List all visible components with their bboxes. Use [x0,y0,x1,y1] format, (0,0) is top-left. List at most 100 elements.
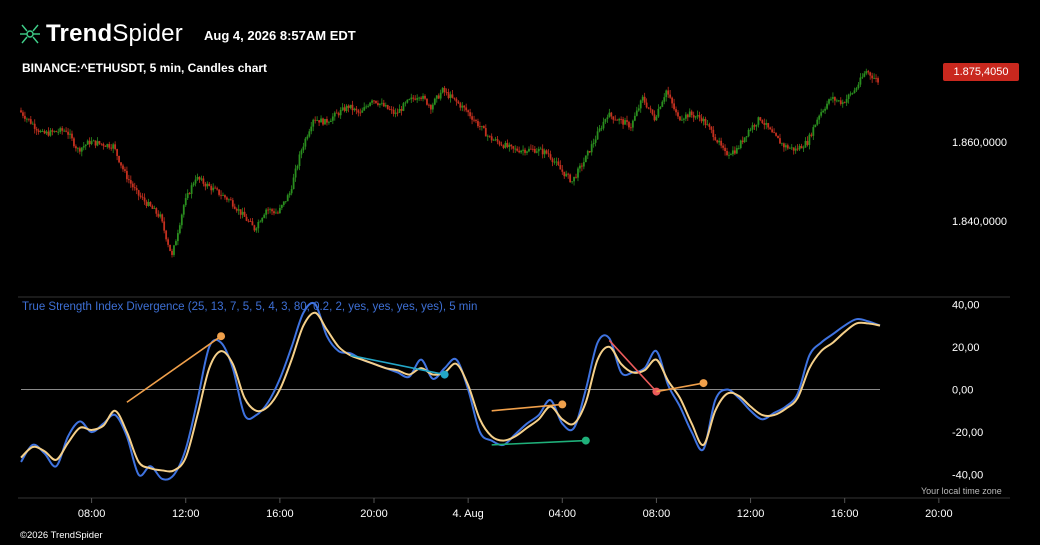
trendspider-logo[interactable]: TrendSpider [18,20,183,48]
candle-body [249,221,252,222]
candle-body [69,133,71,135]
candle-body [743,137,746,143]
candle-body [847,94,850,99]
candle-body [31,123,34,125]
candle-body [759,117,762,121]
candle-body [231,200,234,207]
candle-body [261,217,264,222]
indicator-label[interactable]: True Strength Index Divergence (25, 13, … [22,301,477,313]
candle-body [657,108,660,117]
candle-body [35,128,38,131]
candle-body [439,92,442,99]
candle-body [410,97,413,100]
candle-body [651,109,654,115]
candle-body [339,109,342,116]
candle-body [537,148,540,152]
candle-body [488,135,491,137]
candle-body [669,94,672,98]
candle-body [218,189,220,195]
candle-body [369,102,371,106]
candle-body [737,148,740,149]
candle-body [312,119,315,127]
candle-body [641,96,644,101]
candle-body [184,198,187,206]
candle-body [437,95,440,99]
candle-body [210,185,213,191]
candle-body [765,123,768,125]
candle-body [720,140,723,146]
candle-body [602,121,605,129]
candle-body [877,78,879,83]
candle-body [775,133,777,136]
time-tick-label: 12:00 [737,508,765,520]
candle-body [441,87,444,93]
candle-body [82,146,85,148]
candle-body [449,94,452,99]
candle-body [300,150,303,155]
candle-body [104,145,107,147]
candle-body [180,214,183,226]
candle-body [239,209,242,215]
candle-body [388,109,391,110]
candle-body [835,100,838,102]
time-tick-label: 16:00 [831,508,859,520]
candle-body [465,107,468,111]
candle-body [259,221,262,223]
candle-body [443,87,446,93]
candle-body [282,201,285,205]
candle-body [624,120,626,125]
candle-body [214,187,217,189]
candle-body [784,145,787,148]
candle-body [810,134,813,136]
candle-body [620,119,623,120]
candle-body [804,140,807,148]
time-tick-label: 16:00 [266,508,294,520]
candle-body [479,126,481,127]
candle-body [361,110,364,113]
candle-body [61,128,64,131]
candle-body [573,176,575,182]
divergence-marker [558,400,567,409]
candle-body [553,161,556,163]
candle-body [286,195,289,202]
candle-body [667,90,670,95]
candle-body [343,107,346,112]
candle-body [198,176,201,180]
candle-body [726,151,728,156]
candle-body [94,140,97,146]
candle-body [175,241,177,246]
candle-body [832,97,834,99]
candle-body [98,141,101,144]
candle-body [755,124,758,127]
candle-body [135,188,138,191]
candle-body [826,103,828,109]
candle-body [308,131,311,137]
time-tick-label: 4. Aug [453,508,484,520]
candle-body [857,84,860,89]
divergence-line [656,382,704,393]
candle-body [41,130,44,132]
candle-body [233,206,236,209]
candle-body [822,110,825,113]
candle-body [178,225,181,234]
candle-body [875,77,877,79]
candle-body [586,150,589,156]
candle-body [484,128,487,137]
candle-body [27,118,30,120]
candle-body [429,105,432,110]
candle-body [145,201,148,206]
candle-body [732,150,734,155]
candle-body [139,195,142,197]
candle-body [167,239,169,245]
candle-body [828,99,830,104]
candle-body [263,214,266,218]
candle-body [592,142,595,145]
candle-body [580,165,583,167]
candle-body [608,112,611,118]
candle-body [367,105,370,107]
candle-body [200,178,203,180]
candle-body [306,136,309,139]
timezone-note: Your local time zone [921,486,1002,496]
candle-body [84,144,87,147]
candle-body [747,129,750,137]
